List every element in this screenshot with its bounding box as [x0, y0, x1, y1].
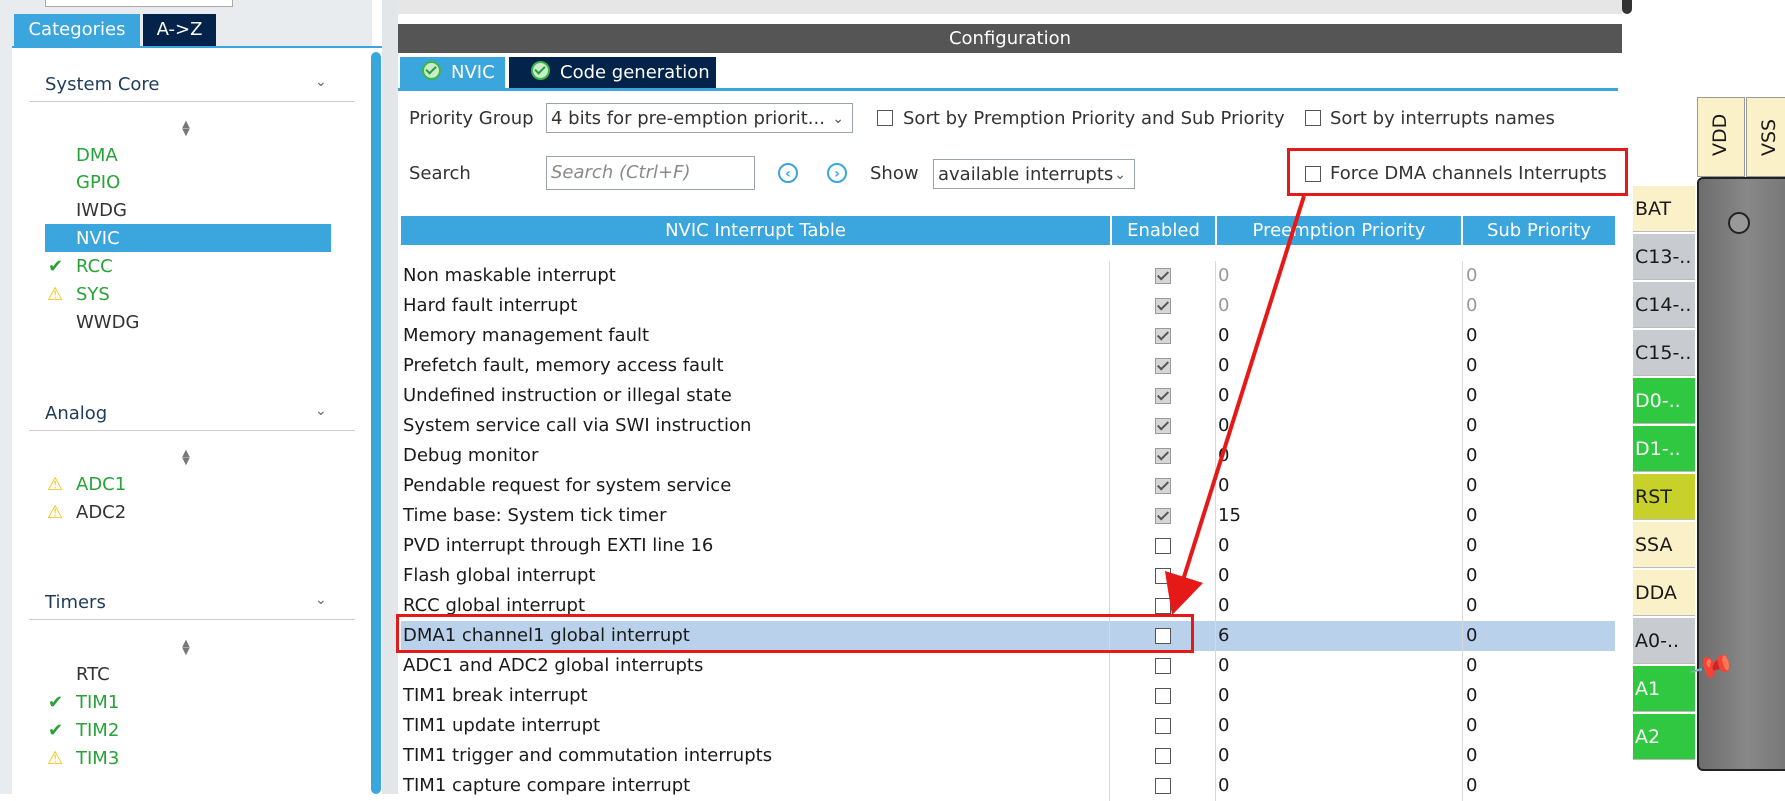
annotation-arrow — [1164, 195, 1306, 616]
